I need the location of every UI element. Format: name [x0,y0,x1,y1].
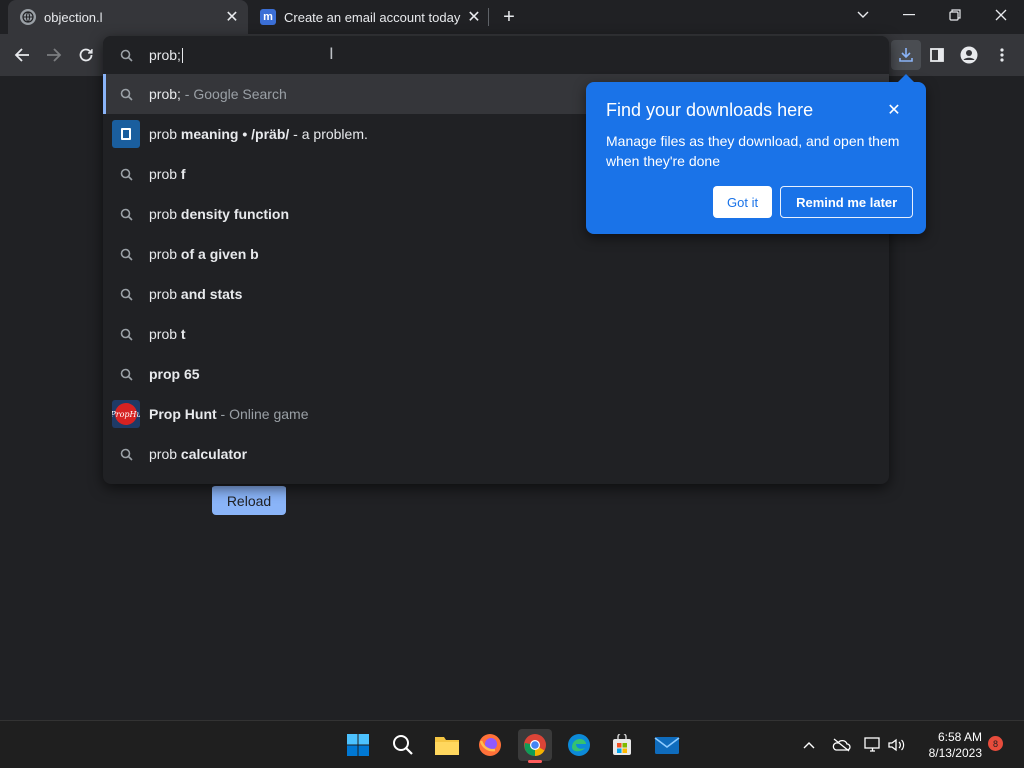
firefox-icon[interactable] [473,729,507,761]
search-icon [103,288,149,301]
taskbar: 6:58 AM 8/13/2023 [0,720,1024,768]
omnibox-suggestion[interactable]: prob calculator [103,434,889,474]
suggestion-text: Prop Hunt - Online game [149,406,309,422]
dictionary-icon [103,120,149,148]
edge-icon[interactable] [562,729,596,761]
tab-title: Create an email account today at [284,9,464,25]
profile-icon[interactable] [954,40,984,70]
remind-later-button[interactable]: Remind me later [780,186,914,218]
onedrive-offline-icon[interactable] [830,735,852,755]
search-icon [103,328,149,341]
forward-icon[interactable] [39,40,69,70]
windows-start-icon[interactable] [341,729,375,761]
browser-window: objection.l ✕ m Create an email account … [0,0,1024,768]
suggestion-text: prob t [149,326,186,342]
prophunt-icon: PropHu [103,400,149,428]
menu-kebab-icon[interactable] [987,40,1017,70]
tab-search-icon[interactable] [840,0,886,30]
suggestion-text: prob of a given b [149,246,259,262]
reload-button[interactable]: Reload [212,484,286,515]
download-icon[interactable] [891,40,921,70]
volume-icon[interactable] [886,735,908,755]
back-icon[interactable] [7,40,37,70]
omnibox-suggestion[interactable]: prob of a given b [103,234,889,274]
suggestion-text: prob f [149,166,186,182]
search-icon [103,88,149,101]
show-hidden-icons-icon[interactable] [798,735,820,755]
microsoft-store-icon[interactable] [605,729,639,761]
refresh-icon[interactable] [71,40,101,70]
tab-close-icon[interactable]: ✕ [464,7,484,27]
tab-email-account[interactable]: m Create an email account today at ✕ [250,0,490,34]
bubble-title: Find your downloads here [606,100,814,120]
chrome-icon[interactable] [518,729,552,763]
clock-date: 8/13/2023 [928,746,982,760]
m-logo-icon: m [260,9,276,25]
suggestion-text: prob; - Google Search [149,86,287,102]
mail-icon[interactable] [650,729,684,761]
bubble-close-icon[interactable]: ✕ [884,100,904,120]
clock-time: 6:58 AM [937,730,982,744]
tab-objection[interactable]: objection.l ✕ [8,0,248,34]
notification-badge[interactable]: 8 [988,736,1003,751]
search-icon [103,368,149,381]
network-icon[interactable] [862,735,884,755]
minimize-icon[interactable] [886,0,932,30]
search-icon [103,448,149,461]
omnibox-suggestion[interactable]: prob t [103,314,889,354]
downloads-bubble: Find your downloads here Manage files as… [586,74,926,234]
omnibox-suggestion[interactable]: PropHuProp Hunt - Online game [103,394,889,434]
suggestion-text: prob and stats [149,286,243,302]
omnibox-suggestion[interactable]: prop 65 [103,354,889,394]
got-it-button[interactable]: Got it [713,186,773,218]
suggestion-text: prob calculator [149,446,248,462]
search-icon [103,168,149,181]
restore-icon[interactable] [932,0,978,30]
bubble-body: Manage files as they download, and open … [606,133,900,169]
file-explorer-icon[interactable] [430,729,464,761]
active-app-indicator [528,760,542,763]
tab-separator [488,8,489,26]
omnibox-suggestion[interactable]: prob and stats [103,274,889,314]
new-tab-button[interactable]: + [497,5,521,29]
address-input[interactable]: prob; [149,47,183,64]
system-clock[interactable]: 6:58 AM 8/13/2023 [918,729,982,761]
suggestion-text: prob density function [149,206,290,222]
tab-title: objection.l [44,9,103,25]
window-close-icon[interactable] [978,0,1024,30]
search-icon [103,208,149,221]
search-icon [103,248,149,261]
search-icon[interactable] [386,729,420,761]
suggestion-text: prob meaning • /präb/ - a problem. [149,126,368,142]
tab-strip: objection.l ✕ m Create an email account … [0,0,1024,34]
text-caret [181,48,183,64]
address-bar[interactable]: prob; [103,36,889,74]
mouse-ibeam-cursor: I [329,44,334,63]
search-icon [103,49,149,62]
side-panel-icon[interactable] [922,40,952,70]
globe-icon [20,9,36,25]
tab-close-icon[interactable]: ✕ [222,7,242,27]
suggestion-text: prop 65 [149,366,200,382]
